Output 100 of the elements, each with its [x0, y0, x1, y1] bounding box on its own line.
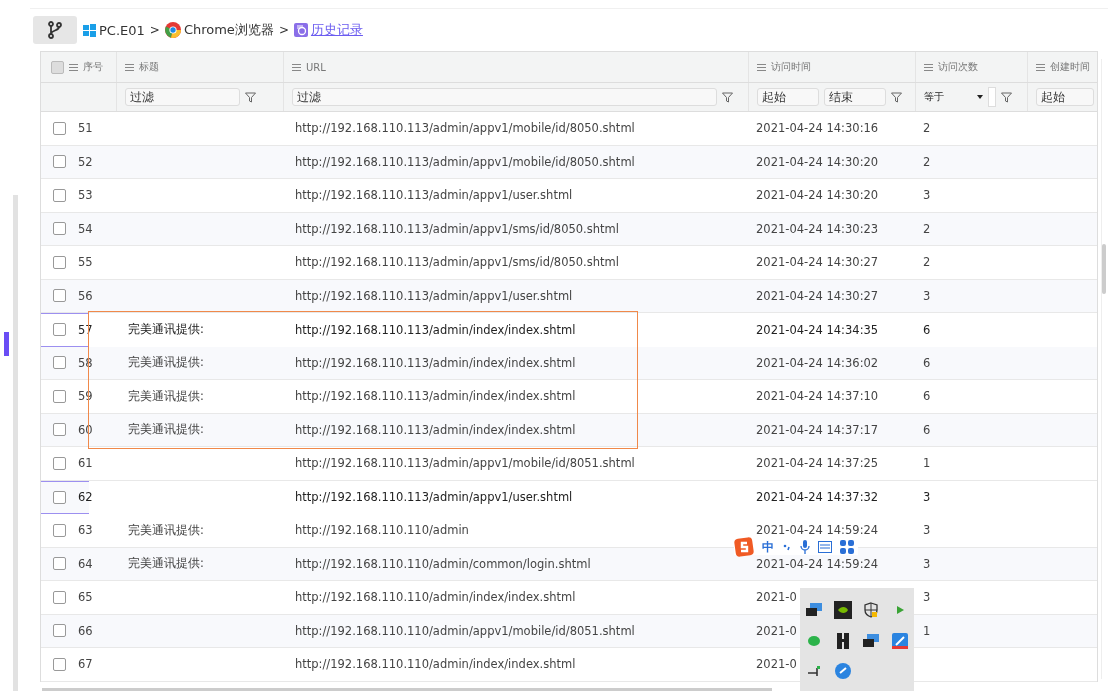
table-cell: 2021-04-24 14:30:20 — [756, 188, 879, 203]
table-cell: 2 — [923, 121, 931, 136]
table-cell: 2 — [923, 154, 931, 169]
row-checkbox[interactable] — [53, 323, 66, 337]
row-number: 61 — [78, 456, 93, 471]
row-checkbox[interactable] — [53, 657, 66, 671]
column-header[interactable]: URL — [306, 61, 326, 73]
table-row[interactable]: 52 http://192.168.110.113/admin/appv1/mobile/id/8050.shtml 2021-04-24 14:30:20 2 — [41, 145, 1097, 179]
caret-icon — [977, 95, 983, 99]
row-checkbox[interactable] — [53, 523, 66, 537]
table-cell: http://192.168.110.110/admin/index/index.shtml — [295, 657, 576, 672]
table-cell: 2021-04-24 14:59:24 — [756, 523, 879, 538]
menu-icon[interactable] — [757, 63, 766, 71]
monitor-icon[interactable] — [806, 603, 823, 617]
table-row[interactable]: 54 http://192.168.110.113/admin/appv1/sms/id/8050.shtml 2021-04-24 14:30:23 2 — [41, 212, 1097, 246]
row-checkbox[interactable] — [53, 356, 66, 370]
table-cell: 6 — [923, 355, 931, 370]
column-header[interactable]: 访问次数 — [938, 60, 978, 74]
row-number: 67 — [78, 657, 93, 672]
app-icon[interactable] — [836, 633, 849, 649]
punctuation-icon[interactable] — [782, 542, 792, 552]
table-cell: 2 — [923, 221, 931, 236]
table-cell: http://192.168.110.113/admin/appv1/sms/id/8050.shtml — [295, 255, 619, 270]
menu-icon[interactable] — [125, 63, 134, 71]
row-checkbox[interactable] — [53, 624, 66, 638]
table-cell: 完美通讯提供: — [128, 388, 204, 404]
row-checkbox[interactable] — [53, 188, 66, 202]
table-cell: 2021-04-24 14:59:24 — [756, 556, 879, 571]
nvidia-icon[interactable] — [833, 601, 852, 619]
table-cell: 完美通讯提供: — [128, 322, 204, 338]
select-all-checkbox[interactable] — [51, 60, 64, 74]
end-time-field[interactable]: 结束 — [824, 88, 886, 106]
row-checkbox[interactable] — [53, 456, 66, 470]
column-header[interactable]: 创建时间 — [1050, 60, 1090, 74]
row-checkbox[interactable] — [53, 121, 66, 135]
table-cell: 2021-0 — [756, 590, 797, 605]
column-header[interactable]: 序号 — [83, 60, 103, 74]
table-cell: 3 — [923, 288, 931, 303]
monitor-icon[interactable] — [863, 634, 880, 648]
menu-icon[interactable] — [69, 63, 78, 71]
pen-icon[interactable] — [891, 633, 908, 649]
breadcrumb-item[interactable]: PC.E01 — [99, 22, 145, 38]
row-number: 53 — [78, 188, 93, 203]
table-cell: 1 — [923, 456, 931, 471]
table-cell: http://192.168.110.113/admin/appv1/mobile/id/8051.shtml — [295, 456, 635, 471]
row-checkbox[interactable] — [53, 423, 66, 437]
table-cell: 完美通讯提供: — [128, 556, 204, 572]
breadcrumb-item[interactable]: Chrome浏览器 — [183, 21, 274, 39]
table-cell: http://192.168.110.110/admin/common/login.shtml — [295, 556, 591, 571]
filter-icon[interactable] — [722, 91, 733, 103]
row-checkbox[interactable] — [53, 490, 66, 504]
column-header[interactable]: 访问时间 — [771, 60, 811, 74]
table-cell: http://192.168.110.113/admin/appv1/user.shtml — [295, 188, 573, 203]
table-cell: 6 — [923, 322, 931, 337]
table-cell: 2021-04-24 14:30:20 — [756, 154, 879, 169]
row-checkbox[interactable] — [53, 289, 66, 303]
table-cell: http://192.168.110.110/admin — [295, 523, 469, 538]
row-checkbox[interactable] — [53, 389, 66, 403]
column-header[interactable]: 标题 — [139, 60, 159, 74]
filter-icon[interactable] — [891, 91, 902, 103]
url-filter-field[interactable]: 过滤 — [292, 88, 717, 106]
branch-button[interactable] — [33, 16, 77, 44]
chrome-icon — [164, 22, 181, 38]
keyboard-icon[interactable] — [818, 541, 832, 553]
row-checkbox[interactable] — [53, 222, 66, 236]
row-checkbox[interactable] — [53, 255, 66, 269]
table-cell: http://192.168.110.113/admin/appv1/sms/id/8050.shtml — [295, 221, 619, 236]
count-filter-field[interactable] — [988, 87, 996, 107]
menu-icon[interactable] — [292, 63, 301, 71]
scrollbar-thumb[interactable] — [1102, 244, 1106, 294]
row-checkbox[interactable] — [53, 155, 66, 169]
table-cell: 2021-04-24 14:30:16 — [756, 121, 879, 136]
filter-icon[interactable] — [245, 91, 256, 103]
plug-icon[interactable] — [807, 665, 822, 677]
created-start-field[interactable]: 起始 — [1036, 88, 1094, 106]
table-cell: 2021-0 — [756, 657, 797, 672]
table-cell: 6 — [923, 389, 931, 404]
row-number: 63 — [78, 523, 93, 538]
table-row[interactable]: 56 http://192.168.110.113/admin/appv1/user.shtml 2021-04-24 14:30:27 3 — [41, 279, 1097, 313]
table-cell: 2021-04-24 14:34:35 — [756, 322, 879, 337]
row-number: 51 — [78, 121, 93, 136]
title-filter-field[interactable]: 过滤 — [125, 88, 240, 106]
table-cell: http://192.168.110.113/admin/index/index.shtml — [295, 355, 576, 370]
table-cell: 完美通讯提供: — [128, 422, 204, 438]
start-time-field[interactable]: 起始 — [757, 88, 819, 106]
row-checkbox[interactable] — [53, 557, 66, 571]
breadcrumb-link[interactable]: 历史记录 — [310, 21, 363, 39]
row-checkbox[interactable] — [53, 590, 66, 604]
menu-icon[interactable] — [1036, 63, 1045, 71]
microphone-icon[interactable] — [800, 540, 810, 554]
shield-icon[interactable] — [863, 602, 880, 618]
table-cell: 完美通讯提供: — [128, 522, 204, 538]
filter-icon[interactable] — [1001, 91, 1012, 103]
grid-icon[interactable] — [840, 540, 854, 554]
table-cell: 3 — [923, 490, 931, 505]
table-cell: 2021-04-24 14:37:25 — [756, 456, 879, 471]
table-cell: 2 — [923, 255, 931, 270]
table-cell: http://192.168.110.113/admin/appv1/mobile/id/8050.shtml — [295, 154, 635, 169]
operator-dropdown[interactable]: 等于 — [924, 90, 972, 104]
menu-icon[interactable] — [924, 63, 933, 71]
